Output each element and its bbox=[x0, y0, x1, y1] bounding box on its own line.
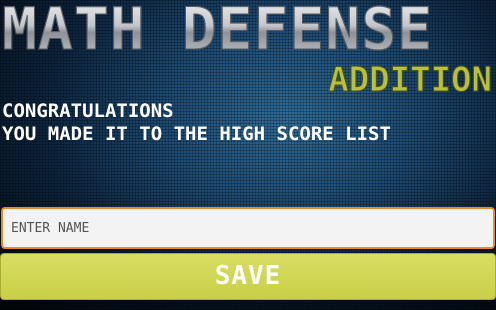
name-input[interactable] bbox=[1, 207, 495, 249]
game-mode-label: ADDITION bbox=[328, 60, 493, 101]
high-score-screen: MATH DEFENSE ADDITION CONGRATULATIONS YO… bbox=[0, 0, 496, 310]
congratulations-message: CONGRATULATIONS YOU MADE IT TO THE HIGH … bbox=[2, 100, 391, 146]
congratulations-text: CONGRATULATIONS bbox=[2, 100, 174, 122]
game-title: MATH DEFENSE bbox=[2, 0, 494, 64]
save-button[interactable]: SAVE bbox=[0, 253, 496, 300]
high-score-text: YOU MADE IT TO THE HIGH SCORE LIST bbox=[2, 123, 391, 145]
